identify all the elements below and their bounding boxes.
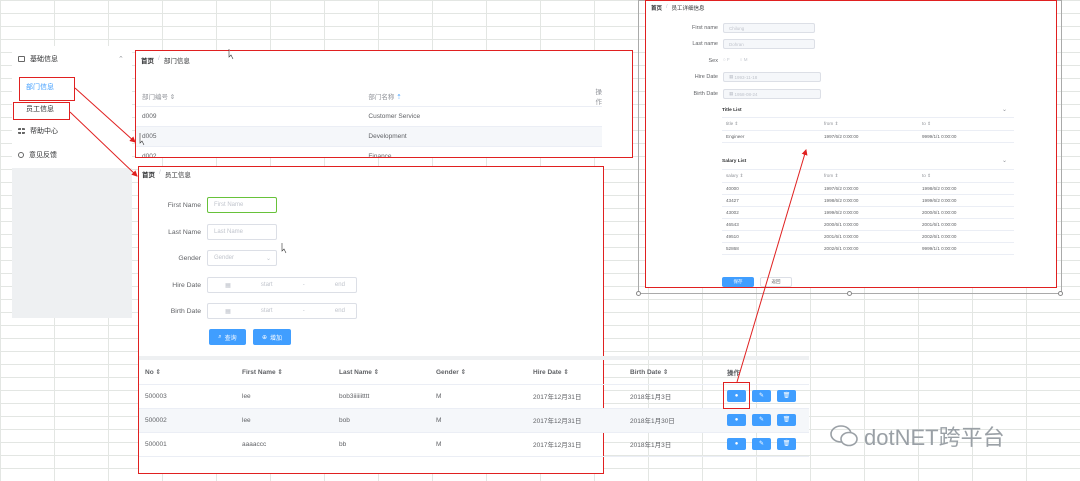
mouse-cursor-icon: [281, 243, 287, 254]
mouse-cursor-icon: [228, 49, 234, 60]
annotation-arrows: [69, 49, 808, 383]
arrow-to-detail-panel: [736, 149, 808, 383]
arrow-to-department-panel: [74, 87, 136, 143]
watermark: dotNET跨平台: [830, 420, 1005, 452]
wechat-icon: [830, 425, 858, 447]
mouse-cursor-icon: [139, 133, 145, 146]
arrow-to-employee-panel: [69, 111, 138, 177]
